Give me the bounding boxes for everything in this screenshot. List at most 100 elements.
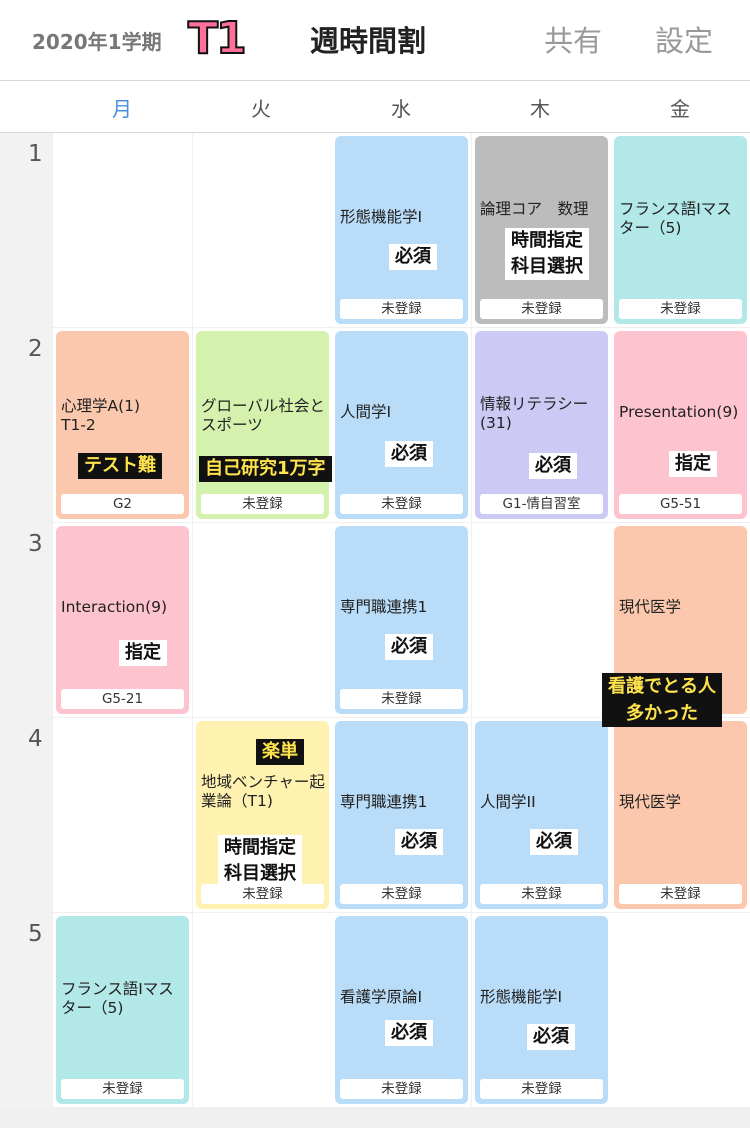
slot: 形態機能学I 必須 未登録 (332, 133, 471, 327)
period-number: 2 (28, 336, 43, 362)
slot: 現代医学 看護でとる人 多かった (602, 523, 750, 727)
class-card[interactable]: 人間学II 必須 未登録 (475, 721, 608, 909)
room-label: 未登録 (619, 884, 742, 904)
room-label: 未登録 (619, 299, 742, 319)
class-name: グローバル社会とスポーツ (201, 397, 325, 434)
slot: 人間学II 必須 未登録 (472, 718, 611, 912)
class-name: 現代医学 (619, 793, 682, 811)
class-card[interactable]: Presentation(9) 指定 G5-51 (614, 331, 747, 519)
slot: 現代医学 未登録 (611, 718, 750, 912)
class-card[interactable]: 論理コア 数理 時間指定 科目選択 未登録 (475, 136, 608, 324)
class-card[interactable]: 心理学A(1) T1-2 テスト難 G2 (56, 331, 189, 519)
class-name: 情報リテラシー(31) (480, 395, 589, 432)
room-label: G5-21 (61, 689, 184, 709)
class-card[interactable]: グローバル社会とスポーツ 自己研究1万字 未登録 (196, 331, 332, 519)
period-3: 3 (0, 523, 52, 717)
term-selector[interactable]: 2020年1学期 (32, 26, 162, 55)
sticker-note: 指定 (119, 640, 167, 666)
period-number: 3 (28, 531, 43, 557)
class-name: 形態機能学I (340, 208, 423, 226)
slot: 人間学I 必須 未登録 (332, 328, 471, 522)
day-wed: 水 (391, 97, 411, 121)
day-fri: 金 (670, 97, 690, 121)
sticker-note: 必須 (395, 829, 443, 855)
empty-slot[interactable] (611, 913, 750, 1107)
day-tue: 火 (251, 97, 271, 121)
class-name: Presentation(9) (619, 403, 739, 421)
sticker-note: 必須 (385, 441, 433, 467)
empty-slot[interactable] (53, 718, 192, 912)
period-number: 1 (28, 141, 43, 167)
class-name: 地域ベンチャー起業論（T1) (201, 773, 325, 810)
sticker-note: 時間指定 科目選択 (218, 835, 302, 887)
period-2: 2 (0, 328, 52, 522)
room-label: 未登録 (61, 1079, 184, 1099)
room-label: 未登録 (201, 494, 324, 514)
room-label: 未登録 (480, 299, 603, 319)
empty-slot[interactable] (193, 523, 332, 717)
sticker-note: 必須 (530, 829, 578, 855)
sticker-note: 楽単 (256, 739, 304, 765)
class-name: 人間学I (340, 403, 392, 421)
slot: Presentation(9) 指定 G5-51 (611, 328, 750, 522)
sticker-note: 時間指定 科目選択 (505, 228, 589, 280)
slot: フランス語Iマスター（5) 未登録 (53, 913, 192, 1107)
class-card[interactable]: 看護学原論I 必須 未登録 (335, 916, 468, 1104)
slot: 心理学A(1) T1-2 テスト難 G2 (53, 328, 192, 522)
class-card[interactable]: フランス語Iマスター（5) 未登録 (56, 916, 189, 1104)
sticker-note: 必須 (527, 1024, 575, 1050)
class-card[interactable]: 専門職連携1 必須 未登録 (335, 526, 468, 714)
room-label: 未登録 (340, 299, 463, 319)
room-label: 未登録 (480, 1079, 603, 1099)
class-name: 形態機能学I (480, 988, 563, 1006)
room-label: 未登録 (480, 884, 603, 904)
settings-button[interactable]: 設定 (655, 18, 713, 60)
sticker-note: 必須 (385, 634, 433, 660)
slot: 形態機能学I 必須 未登録 (472, 913, 611, 1107)
class-card[interactable]: 情報リテラシー(31) 必須 G1-情自習室 (475, 331, 608, 519)
empty-slot[interactable] (53, 133, 192, 327)
sticker-note: 指定 (669, 451, 717, 477)
slot: 専門職連携1 必須 未登録 (332, 523, 471, 717)
class-card[interactable]: 人間学I 必須 未登録 (335, 331, 468, 519)
empty-slot[interactable] (193, 133, 332, 327)
day-thu: 木 (530, 97, 550, 121)
sticker-note: 必須 (389, 244, 437, 270)
t1-logo: T1 (187, 12, 248, 65)
class-name: フランス語Iマスター（5) (619, 200, 732, 237)
class-card[interactable]: 現代医学 未登録 (614, 721, 747, 909)
slot: 専門職連携1 必須 未登録 (332, 718, 471, 912)
period-1: 1 (0, 133, 52, 327)
slot: 論理コア 数理 時間指定 科目選択 未登録 (472, 133, 611, 327)
class-name: 現代医学 (619, 598, 682, 616)
room-label: 未登録 (340, 884, 463, 904)
share-button[interactable]: 共有 (544, 18, 602, 60)
class-card[interactable]: Interaction(9) 指定 G5-21 (56, 526, 189, 714)
empty-slot[interactable] (472, 523, 611, 717)
class-name: 専門職連携1 (340, 793, 428, 811)
class-name: 論理コア 数理 (480, 200, 589, 218)
room-label: 未登録 (340, 494, 463, 514)
class-card[interactable]: 楽単 地域ベンチャー起業論（T1) 未登録 時間指定 科目選択 (196, 721, 329, 909)
day-mon: 月 (112, 97, 132, 121)
slot: Interaction(9) 指定 G5-21 (53, 523, 192, 717)
class-card[interactable]: 専門職連携1 必須 未登録 (335, 721, 468, 909)
app-header: 2020年1学期 T1 週時間割 共有 設定 (0, 0, 750, 81)
slot: 看護学原論I 必須 未登録 (332, 913, 471, 1107)
period-5: 5 (0, 913, 52, 1107)
room-label: G5-51 (619, 494, 742, 514)
period-number: 4 (28, 726, 43, 752)
sticker-note: テスト難 (78, 453, 162, 479)
class-name: Interaction(9) (61, 598, 168, 616)
class-card[interactable]: 形態機能学I 必須 未登録 (475, 916, 608, 1104)
room-label: 未登録 (201, 884, 324, 904)
slot: 楽単 地域ベンチャー起業論（T1) 未登録 時間指定 科目選択 (193, 718, 332, 912)
empty-slot[interactable] (193, 913, 332, 1107)
sticker-note: 必須 (385, 1020, 433, 1046)
slot: フランス語Iマスター（5) 未登録 (611, 133, 750, 327)
class-card[interactable]: 形態機能学I 必須 未登録 (335, 136, 468, 324)
weekday-header: 月 火 水 木 金 (0, 81, 750, 133)
sticker-note: 必須 (529, 453, 577, 479)
class-card[interactable]: フランス語Iマスター（5) 未登録 (614, 136, 747, 324)
sticker-note: 看護でとる人 多かった (602, 673, 722, 727)
